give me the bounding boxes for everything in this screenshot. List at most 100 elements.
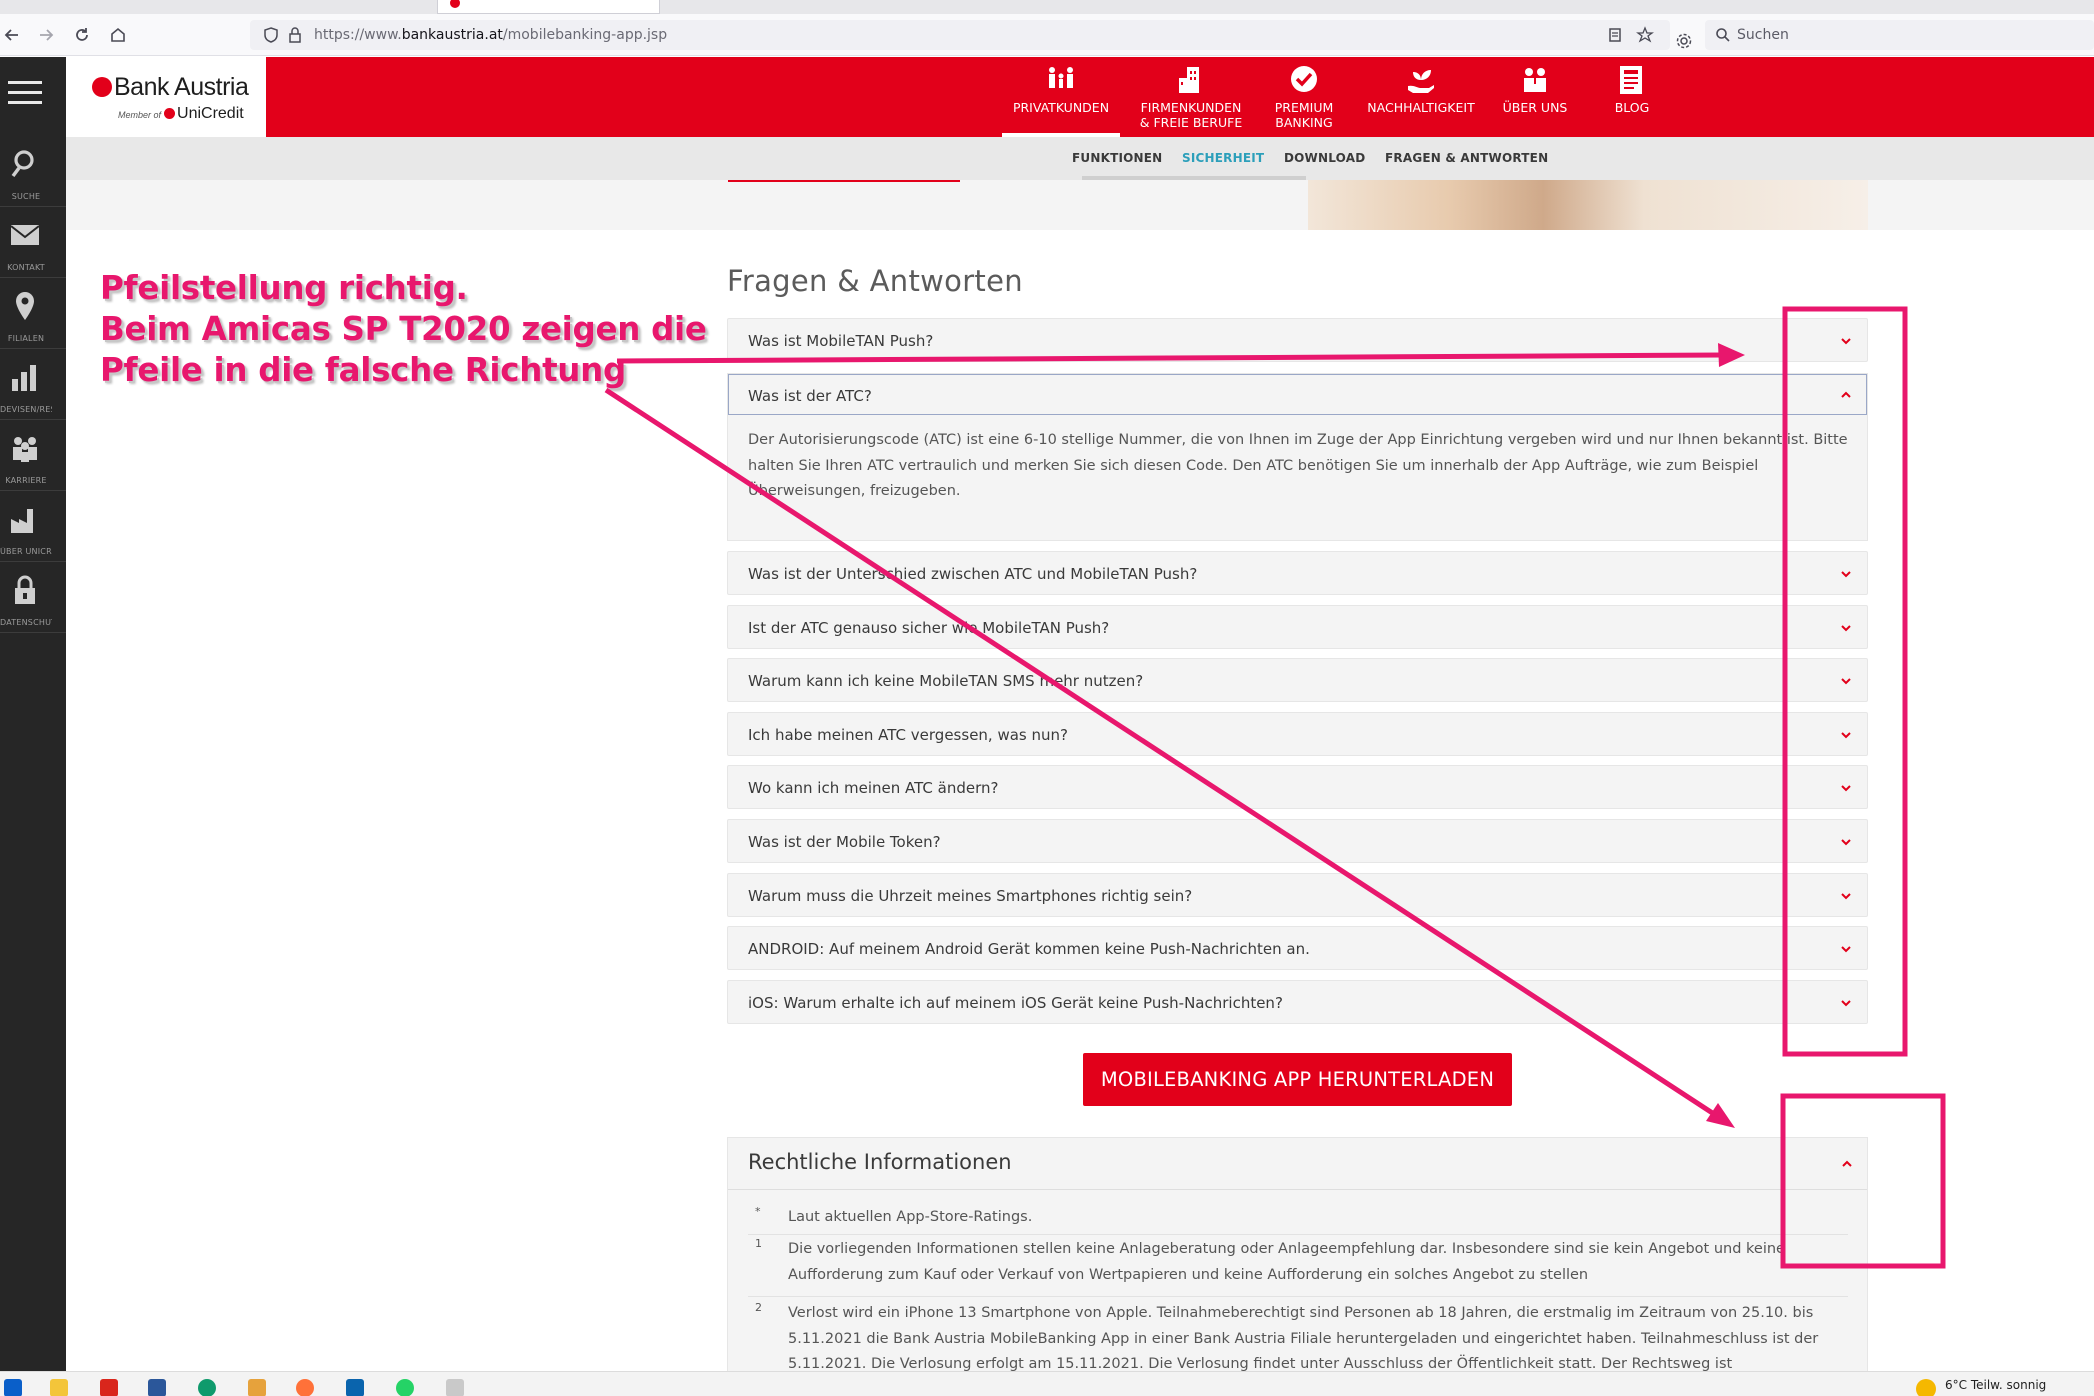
weather-text: 6°C Teilw. sonnig [1945, 1378, 2047, 1392]
sidebar-item-suche[interactable]: SUCHE [0, 136, 66, 207]
chevron-down-icon[interactable] [1839, 781, 1853, 795]
browser-tab-active[interactable] [437, 0, 660, 14]
sidebar-item-karriere[interactable]: KARRIERE [0, 420, 66, 491]
faq-item[interactable]: ANDROID: Auf meinem Android Gerät kommen… [727, 926, 1868, 971]
chevron-down-icon[interactable] [1839, 567, 1853, 581]
people-icon [10, 432, 40, 464]
legal-row: * Laut aktuellen App-Store-Ratings. [748, 1205, 1848, 1235]
faq-question: Was ist der Mobile Token? [748, 833, 941, 851]
main-nav-firmenkunden[interactable]: FIRMENKUNDEN & FREIE BERUFE [1126, 57, 1256, 137]
unicredit-mark-icon [164, 108, 176, 119]
faq-answer: Der Autorisierungscode (ATC) ist eine 6-… [748, 432, 1848, 499]
windows-start-icon[interactable] [4, 1379, 22, 1396]
sidebar-item-ber-unicredit[interactable]: ÜBER UNICREDIT [0, 491, 66, 562]
chevron-up-icon[interactable] [1840, 1157, 1854, 1171]
chevron-down-icon[interactable] [1839, 674, 1853, 688]
chevron-down-icon[interactable] [1839, 728, 1853, 742]
bank-austria-logo[interactable]: Bank Austria Member of UniCredit [66, 57, 266, 137]
main-nav-blog[interactable]: BLOG [1590, 57, 1674, 137]
faq-heading: Fragen & Antworten [727, 264, 1023, 298]
sub-nav-funktionen[interactable]: FUNKTIONEN [1072, 151, 1162, 165]
reload-icon[interactable] [70, 23, 94, 47]
faq-item[interactable]: Ich habe meinen ATC vergessen, was nun? [727, 711, 1868, 756]
main-nav-premium[interactable]: PREMIUM BANKING [1259, 57, 1349, 137]
group-icon [1519, 64, 1551, 96]
chevron-down-icon[interactable] [1839, 996, 1853, 1010]
sub-nav-download[interactable]: DOWNLOAD [1284, 151, 1365, 165]
family-icon [1045, 64, 1077, 96]
back-arrow-icon[interactable] [0, 23, 24, 47]
faq-item[interactable]: Was ist der Unterschied zwischen ATC und… [727, 551, 1868, 595]
faq-question: iOS: Warum erhalte ich auf meinem iOS Ge… [748, 993, 1283, 1012]
main-nav-label-line-2: BANKING [1275, 115, 1333, 130]
faq-item-atc-header[interactable]: Was ist der ATC? [728, 374, 1867, 415]
settings-gear-icon[interactable] [1675, 32, 1693, 50]
sidebar-item-datenschutz[interactable]: DATENSCHUTZ [0, 562, 66, 633]
faq-question: Wo kann ich meinen ATC ändern? [748, 779, 999, 798]
sub-nav-sicherheit[interactable]: SICHERHEIT [1182, 151, 1264, 165]
faq-question: Ist der ATC genauso sicher wie MobileTAN… [748, 618, 1110, 637]
chevron-down-icon[interactable] [1839, 334, 1853, 348]
sidebar-item-label: DEVISEN/RESEARCH [0, 405, 52, 414]
edge-icon[interactable] [198, 1379, 216, 1396]
main-nav-privatkunden[interactable]: PRIVATKUNDEN [1002, 57, 1120, 137]
faq-item[interactable]: Was ist der Mobile Token? [727, 819, 1868, 863]
acrobat-icon[interactable] [100, 1379, 118, 1396]
plant-hand-icon [1405, 64, 1437, 96]
sidebar-item-label: DATENSCHUTZ [0, 618, 52, 627]
main-nav-label-line-2: & FREIE BERUFE [1139, 115, 1243, 130]
main-nav-nachhaltigkeit[interactable]: NACHHALTIGKEIT [1365, 57, 1477, 137]
download-app-button[interactable]: MOBILEBANKING APP HERUNTERLADEN [1083, 1053, 1512, 1106]
address-bar[interactable]: https://www.bankaustria.at/mobilebanking… [250, 20, 1670, 50]
sidebar-item-kontakt[interactable]: KONTAKT [0, 207, 66, 278]
weather-sun-icon [1916, 1379, 1936, 1396]
chevron-down-icon[interactable] [1839, 942, 1853, 956]
faq-item[interactable]: Warum kann ich keine MobileTAN SMS mehr … [727, 658, 1868, 703]
shield-icon[interactable] [262, 26, 280, 44]
reader-view-icon[interactable] [1606, 26, 1624, 44]
firefox-icon[interactable] [296, 1379, 314, 1396]
footnote-mark: 1 [755, 1237, 762, 1250]
logo-brand: Bank Austria [92, 73, 249, 102]
main-nav-über-uns[interactable]: ÜBER UNS [1490, 57, 1580, 137]
browser-toolbar: https://www.bankaustria.at/mobilebanking… [0, 14, 2094, 56]
hamburger-menu-icon[interactable] [8, 81, 42, 111]
url-text: https://www.bankaustria.at/mobilebanking… [314, 27, 668, 43]
faq-item[interactable]: Wo kann ich meinen ATC ändern? [727, 765, 1868, 810]
lock-icon[interactable] [286, 26, 304, 44]
legal-info-panel: Rechtliche Informationen * Laut aktuellen… [727, 1137, 1868, 1372]
sidebar-item-filialen[interactable]: FILIALEN [0, 278, 66, 349]
sub-nav-fragen-antworten[interactable]: FRAGEN & ANTWORTEN [1385, 151, 1548, 165]
chevron-down-icon[interactable] [1839, 621, 1853, 635]
file-explorer-icon[interactable] [50, 1379, 68, 1396]
legal-info-header[interactable]: Rechtliche Informationen [728, 1138, 1867, 1190]
sidebar-item-devisen-research[interactable]: DEVISEN/RESEARCH [0, 349, 66, 420]
outlook-icon[interactable] [346, 1379, 364, 1396]
sidebar-item-label: KARRIERE [5, 476, 47, 485]
legal-info-title: Rechtliche Informationen [748, 1150, 1012, 1174]
bookmark-star-icon[interactable] [1636, 26, 1654, 44]
bar-chart-icon [10, 361, 40, 393]
faq-item[interactable]: iOS: Warum erhalte ich auf meinem iOS Ge… [727, 979, 1868, 1024]
snipping-tool-icon[interactable] [446, 1379, 464, 1396]
faq-item[interactable]: Warum muss die Uhrzeit meines Smartphone… [727, 872, 1868, 917]
footnote-text: Verlost wird ein iPhone 13 Smartphone vo… [788, 1305, 1819, 1372]
sidebar-item-label: KONTAKT [7, 263, 45, 272]
faq-item[interactable]: Ist der ATC genauso sicher wie MobileTAN… [727, 604, 1868, 649]
faq-question: Ich habe meinen ATC vergessen, was nun? [748, 725, 1068, 744]
annotation-note: Pfeilstellung richtig. Beim Amicas SP T2… [100, 268, 707, 391]
home-icon[interactable] [106, 23, 130, 47]
chevron-down-icon[interactable] [1839, 889, 1853, 903]
left-sidebar: SUCHE KONTAKT FILIALEN DEVISEN/RESEARCH KARR… [0, 57, 66, 1371]
paint-icon[interactable] [248, 1379, 266, 1396]
forward-arrow-icon[interactable] [34, 23, 58, 47]
chevron-down-icon[interactable] [1839, 835, 1853, 849]
word-icon[interactable] [148, 1379, 166, 1396]
faq-question: Warum muss die Uhrzeit meines Smartphone… [748, 886, 1193, 905]
chevron-up-icon[interactable] [1839, 388, 1853, 402]
faq-item-mobiletan-push[interactable]: Was ist MobileTAN Push? [727, 318, 1868, 362]
footnote-mark: * [755, 1205, 761, 1218]
footnote-text: Die vorliegenden Informationen stellen k… [788, 1241, 1785, 1283]
whatsapp-icon[interactable] [396, 1379, 414, 1396]
browser-search-input[interactable]: Suchen [1705, 20, 2094, 50]
